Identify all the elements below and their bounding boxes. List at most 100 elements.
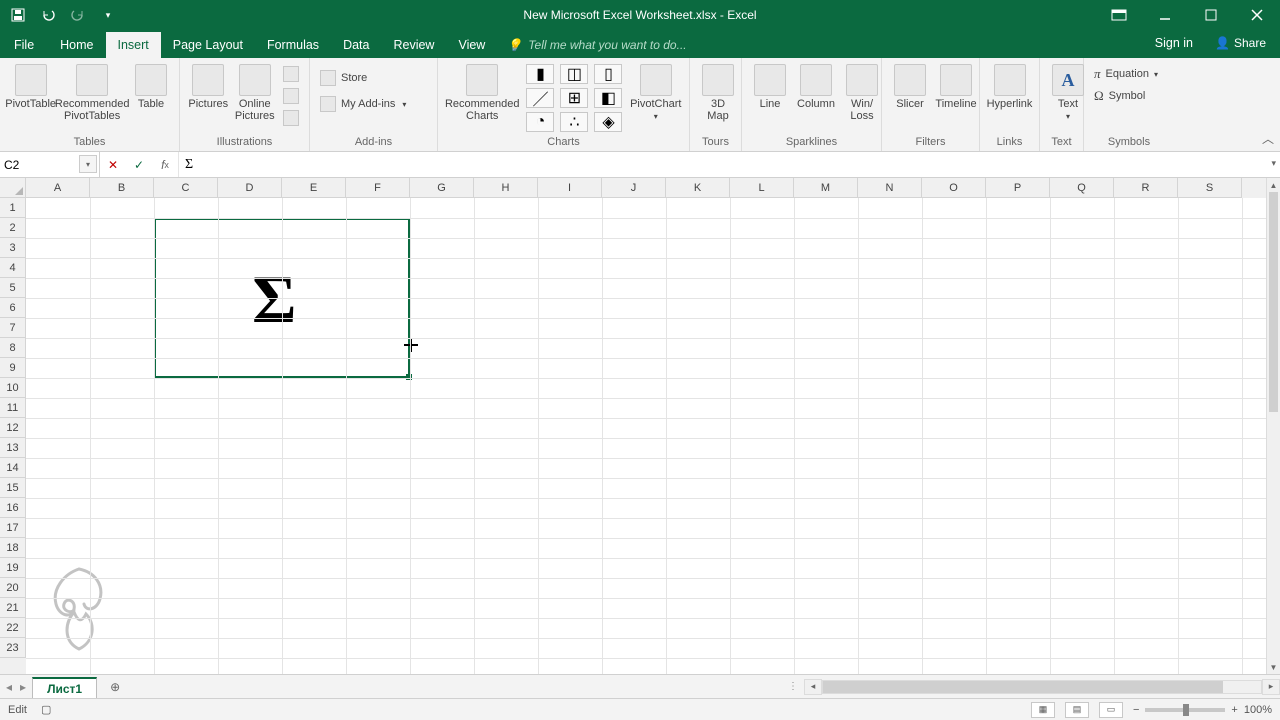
new-sheet-button[interactable]: ⊕ [103,675,127,698]
row-header[interactable]: 19 [0,558,26,578]
column-header[interactable]: E [282,178,346,198]
hyperlink-button[interactable]: Hyperlink [986,62,1033,112]
row-header[interactable]: 8 [0,338,26,358]
hscroll-thumb[interactable] [823,681,1223,693]
row-header[interactable]: 18 [0,538,26,558]
collapse-ribbon-icon[interactable]: ︿ [1262,130,1274,147]
scroll-down-icon[interactable]: ▼ [1267,660,1280,674]
row-header[interactable]: 1 [0,198,26,218]
online-pictures-button[interactable]: Online Pictures [233,62,278,124]
column-header[interactable]: H [474,178,538,198]
zoom-slider[interactable] [1145,708,1225,712]
macro-record-icon[interactable]: ▢ [41,703,51,716]
row-header[interactable]: 3 [0,238,26,258]
tab-data[interactable]: Data [331,32,381,58]
row-header[interactable]: 10 [0,378,26,398]
save-icon[interactable] [10,7,26,23]
column-header[interactable]: A [26,178,90,198]
scroll-up-icon[interactable]: ▲ [1267,178,1280,192]
column-header[interactable]: F [346,178,410,198]
screenshot-button[interactable] [279,108,303,128]
chart-column-button[interactable]: ▮ [526,64,554,84]
close-icon[interactable] [1234,0,1280,30]
column-header[interactable]: C [154,178,218,198]
minimize-icon[interactable] [1142,0,1188,30]
row-header[interactable]: 20 [0,578,26,598]
column-header[interactable]: O [922,178,986,198]
column-header[interactable]: B [90,178,154,198]
chart-surface-button[interactable]: ◈ [594,112,622,132]
column-header[interactable]: S [1178,178,1242,198]
qat-customize-icon[interactable]: ▾ [100,7,116,23]
chart-statistic-button[interactable]: ⊞ [560,88,588,108]
row-header[interactable]: 13 [0,438,26,458]
table-button[interactable]: Table [129,62,173,112]
row-header[interactable]: 17 [0,518,26,538]
row-header[interactable]: 5 [0,278,26,298]
view-page-layout-button[interactable]: ▤ [1065,702,1089,718]
select-all-button[interactable] [0,178,26,198]
column-header[interactable]: R [1114,178,1178,198]
my-addins-button[interactable]: My Add-ins▾ [316,94,410,114]
tab-home[interactable]: Home [48,32,105,58]
sheet-nav-prev-icon[interactable]: ▸ [20,680,26,694]
row-header[interactable]: 21 [0,598,26,618]
sparkline-winloss-button[interactable]: Win/ Loss [840,62,884,124]
column-header[interactable]: M [794,178,858,198]
shapes-button[interactable] [279,64,303,84]
store-button[interactable]: Store [316,68,371,88]
3d-map-button[interactable]: 3D Map [696,62,740,124]
maximize-icon[interactable] [1188,0,1234,30]
column-header[interactable]: G [410,178,474,198]
row-header[interactable]: 14 [0,458,26,478]
smartart-button[interactable] [279,86,303,106]
view-normal-button[interactable]: ▦ [1031,702,1055,718]
hscroll-right-icon[interactable]: ▸ [1262,679,1280,695]
slicer-button[interactable]: Slicer [888,62,932,112]
vertical-scrollbar[interactable]: ▲ ▼ [1266,178,1280,674]
chart-waterfall-button[interactable]: ▯ [594,64,622,84]
undo-icon[interactable] [40,7,56,23]
column-header[interactable]: N [858,178,922,198]
sparkline-line-button[interactable]: Line [748,62,792,112]
sparkline-column-button[interactable]: Column [794,62,838,112]
row-header[interactable]: 16 [0,498,26,518]
row-header[interactable]: 23 [0,638,26,658]
zoom-slider-knob[interactable] [1183,704,1189,716]
row-header[interactable]: 2 [0,218,26,238]
row-header[interactable]: 7 [0,318,26,338]
name-box[interactable]: C2 ▾ [0,152,100,177]
column-header[interactable]: J [602,178,666,198]
column-header[interactable]: Q [1050,178,1114,198]
pivottable-button[interactable]: PivotTable [6,62,55,112]
expand-formula-bar-icon[interactable]: ▾ [1271,158,1276,169]
column-header[interactable]: K [666,178,730,198]
zoom-in-button[interactable]: + [1231,704,1237,716]
timeline-button[interactable]: Timeline [934,62,978,112]
equation-button[interactable]: πEquation▾ [1090,64,1162,84]
vscroll-thumb[interactable] [1269,192,1278,412]
row-header[interactable]: 11 [0,398,26,418]
column-header[interactable]: L [730,178,794,198]
column-header[interactable]: I [538,178,602,198]
symbol-button[interactable]: ΩSymbol [1090,86,1149,106]
row-header[interactable]: 15 [0,478,26,498]
tab-view[interactable]: View [446,32,497,58]
chart-line-button[interactable]: ／ [526,88,554,108]
tab-review[interactable]: Review [381,32,446,58]
view-page-break-button[interactable]: ▭ [1099,702,1123,718]
insert-function-button[interactable]: fx [152,158,178,172]
tab-file[interactable]: File [0,32,48,58]
row-header[interactable]: 4 [0,258,26,278]
chart-combo-button[interactable]: ◧ [594,88,622,108]
chart-scatter-button[interactable]: ∴ [560,112,588,132]
column-header[interactable]: D [218,178,282,198]
row-header[interactable]: 22 [0,618,26,638]
sheet-tab-active[interactable]: Лист1 [32,677,97,698]
formula-bar[interactable]: Σ ▾ [179,152,1280,177]
redo-icon[interactable] [70,7,86,23]
share-button[interactable]: 👤 Share [1207,33,1274,53]
row-header[interactable]: 6 [0,298,26,318]
chart-hierarchy-button[interactable]: ◫ [560,64,588,84]
recommended-pivottables-button[interactable]: Recommended PivotTables [57,62,127,124]
